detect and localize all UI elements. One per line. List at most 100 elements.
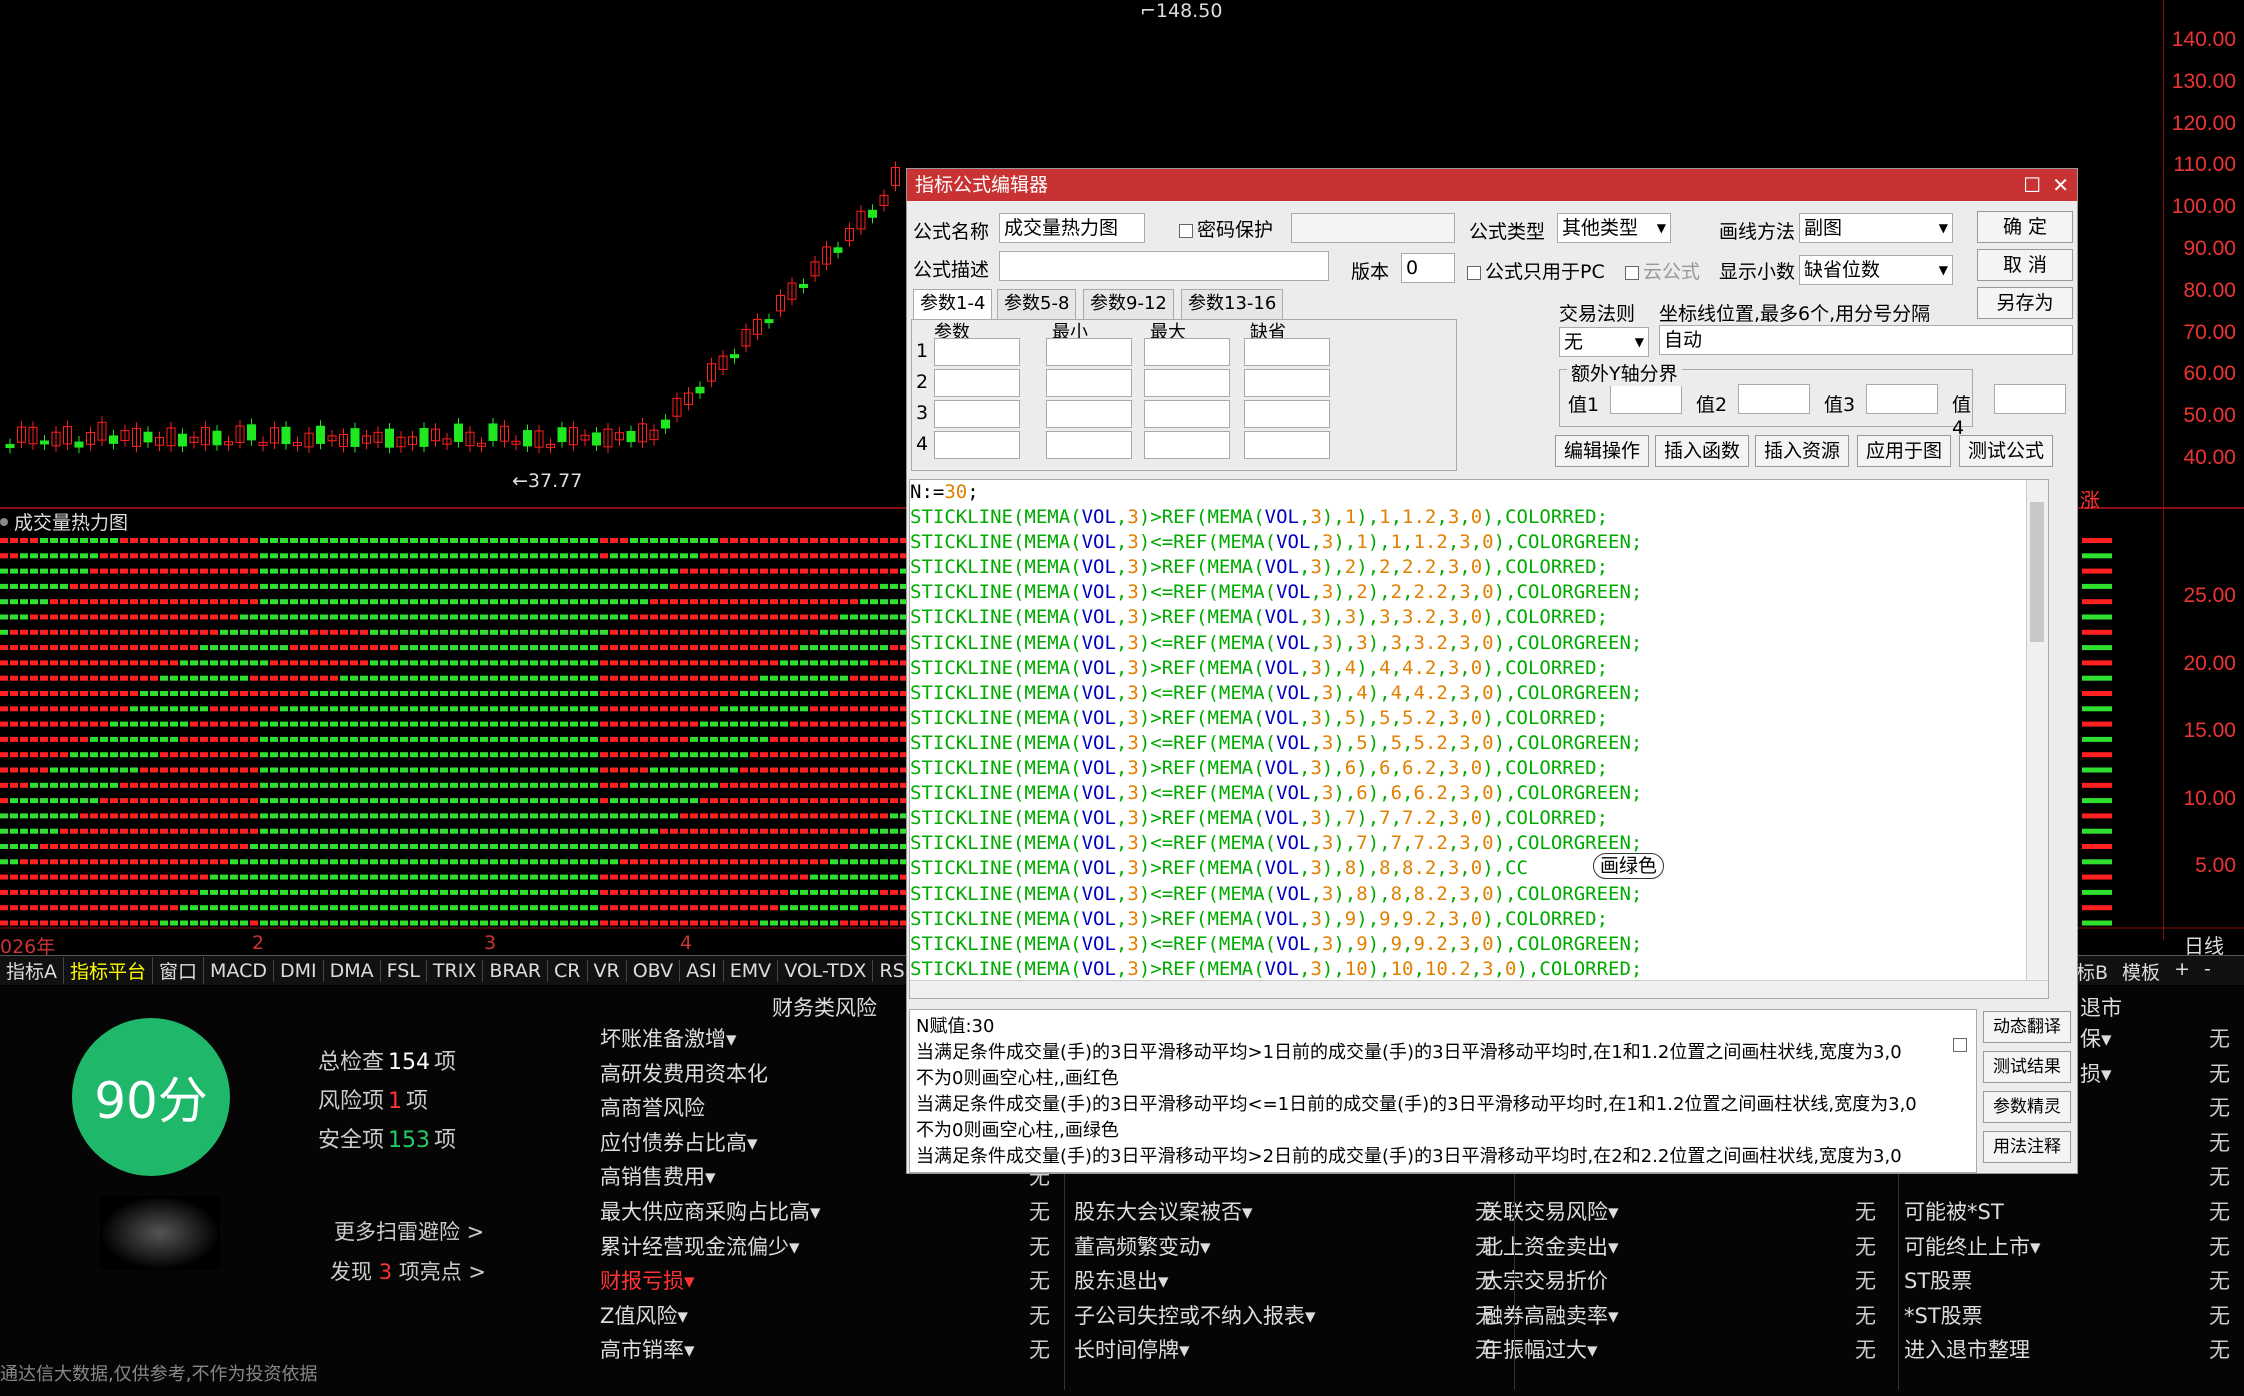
risk-item[interactable]: 无 bbox=[2190, 1057, 2230, 1092]
risk-item[interactable]: 子公司失控或不纳入报表▾ bbox=[1074, 1299, 1316, 1334]
tab-窗口[interactable]: 窗口 bbox=[153, 957, 204, 984]
risk-item[interactable]: 高市销率▾ bbox=[600, 1333, 821, 1368]
param-cell[interactable] bbox=[1046, 369, 1132, 397]
risk-item[interactable]: 无 bbox=[1010, 1333, 1050, 1368]
password-checkbox[interactable]: 密码保护 bbox=[1179, 215, 1273, 242]
tab-params-9-12[interactable]: 参数9-12 bbox=[1083, 289, 1174, 319]
yaxis-value-input[interactable] bbox=[1610, 384, 1682, 414]
formula-desc-input[interactable] bbox=[999, 251, 1329, 281]
tab-fsl[interactable]: FSL bbox=[381, 960, 427, 982]
tab-指标平台[interactable]: 指标平台 bbox=[64, 957, 153, 984]
risk-item[interactable]: 无 bbox=[1010, 1195, 1050, 1230]
risk-item[interactable]: 高研发费用资本化 bbox=[600, 1057, 821, 1092]
risk-item[interactable]: 无 bbox=[2190, 1299, 2230, 1334]
risk-item[interactable]: 无 bbox=[2190, 1230, 2230, 1265]
risk-item[interactable]: 大宗交易折价 bbox=[1482, 1264, 1619, 1299]
action-button[interactable]: 插入函数 bbox=[1655, 435, 1749, 467]
param-cell[interactable] bbox=[934, 400, 1020, 428]
tab-cr[interactable]: CR bbox=[548, 960, 587, 982]
risk-item[interactable]: 长时间停牌▾ bbox=[1074, 1333, 1316, 1368]
risk-item[interactable]: 无 bbox=[1836, 1264, 1876, 1299]
risk-item[interactable]: 高销售费用▾ bbox=[600, 1160, 821, 1195]
action-button[interactable]: 应用于图 bbox=[1857, 435, 1951, 467]
yaxis-value-input[interactable] bbox=[1866, 384, 1938, 414]
param-cell[interactable] bbox=[934, 338, 1020, 366]
param-cell[interactable] bbox=[1144, 431, 1230, 459]
side-button[interactable]: 测试结果 bbox=[1983, 1051, 2071, 1083]
formula-name-input[interactable]: 成交量热力图 bbox=[999, 213, 1145, 243]
risk-item[interactable]: 无 bbox=[2190, 1333, 2230, 1368]
risk-item[interactable]: 年振幅过大▾ bbox=[1482, 1333, 1619, 1368]
tab-params-13-16[interactable]: 参数13-16 bbox=[1181, 289, 1283, 319]
side-button[interactable]: 用法注释 bbox=[1983, 1131, 2071, 1163]
side-button[interactable]: 动态翻译 bbox=[1983, 1011, 2071, 1043]
param-cell[interactable] bbox=[1244, 369, 1330, 397]
tab-macd[interactable]: MACD bbox=[204, 960, 274, 982]
risk-item[interactable]: 可能被*ST bbox=[1904, 1195, 2041, 1230]
risk-item[interactable]: 进入退市整理 bbox=[1904, 1333, 2041, 1368]
dialog-titlebar[interactable]: 指标公式编辑器 ☐ ✕ bbox=[907, 169, 2077, 201]
vertical-scrollbar[interactable] bbox=[2026, 480, 2048, 998]
cloud-checkbox[interactable]: 云公式 bbox=[1625, 257, 1700, 284]
risk-item[interactable]: 财报亏损▾ bbox=[600, 1264, 821, 1299]
maximize-icon[interactable]: ☐ bbox=[2023, 169, 2041, 201]
param-cell[interactable] bbox=[934, 369, 1020, 397]
horizontal-scrollbar[interactable] bbox=[910, 980, 2048, 998]
risk-item[interactable]: 损▾ bbox=[2080, 1057, 2112, 1092]
tab-指标a[interactable]: 指标A bbox=[0, 957, 64, 984]
tab-obv[interactable]: OBV bbox=[627, 960, 680, 982]
param-cell[interactable] bbox=[1144, 400, 1230, 428]
risk-item[interactable]: 北上资金卖出▾ bbox=[1482, 1230, 1619, 1265]
risk-item[interactable]: 无 bbox=[1836, 1195, 1876, 1230]
risk-item[interactable]: 无 bbox=[1010, 1299, 1050, 1334]
risk-item[interactable]: Z值风险▾ bbox=[600, 1299, 821, 1334]
tab-emv[interactable]: EMV bbox=[724, 960, 778, 982]
version-input[interactable]: 0 bbox=[1401, 253, 1455, 283]
risk-item[interactable]: 无 bbox=[2190, 1091, 2230, 1126]
tabbar-right-item[interactable]: + bbox=[2174, 958, 2190, 985]
cancel-button[interactable]: 取 消 bbox=[1977, 249, 2073, 281]
risk-item[interactable]: 无 bbox=[1836, 1230, 1876, 1265]
risk-item[interactable]: 融券高融卖率▾ bbox=[1482, 1299, 1619, 1334]
tab-vol-tdx[interactable]: VOL-TDX bbox=[778, 960, 873, 982]
risk-item[interactable]: 高商誉风险 bbox=[600, 1091, 821, 1126]
tab-brar[interactable]: BRAR bbox=[483, 960, 548, 982]
tab-params-1-4[interactable]: 参数1-4 bbox=[913, 289, 992, 319]
more-scan-link[interactable]: 更多扫雷避险 > bbox=[334, 1216, 484, 1246]
pc-only-checkbox[interactable]: 公式只用于PC bbox=[1467, 257, 1605, 284]
param-cell[interactable] bbox=[1046, 338, 1132, 366]
desc-checkbox[interactable] bbox=[1953, 1033, 1971, 1055]
tabbar-right-item[interactable]: 标B bbox=[2076, 958, 2108, 985]
param-cell[interactable] bbox=[1046, 400, 1132, 428]
param-cell[interactable] bbox=[1144, 338, 1230, 366]
volume-indicator-title[interactable]: 成交量热力图 bbox=[0, 508, 128, 535]
risk-item[interactable]: 应付债券占比高▾ bbox=[600, 1126, 821, 1161]
risk-item[interactable]: 无 bbox=[1836, 1299, 1876, 1334]
risk-item[interactable]: 累计经营现金流偏少▾ bbox=[600, 1230, 821, 1265]
risk-item[interactable]: 无 bbox=[1010, 1230, 1050, 1265]
ok-button[interactable]: 确 定 bbox=[1977, 211, 2073, 243]
param-cell[interactable] bbox=[1244, 431, 1330, 459]
yaxis-value-input[interactable] bbox=[1994, 384, 2066, 414]
formula-type-select[interactable]: 其他类型 ▼ bbox=[1557, 213, 1671, 243]
risk-item[interactable]: 最大供应商采购占比高▾ bbox=[600, 1195, 821, 1230]
action-button[interactable]: 插入资源 bbox=[1755, 435, 1849, 467]
action-button[interactable]: 编辑操作 bbox=[1555, 435, 1649, 467]
save-as-button[interactable]: 另存为 bbox=[1977, 287, 2073, 319]
decimal-select[interactable]: 缺省位数 ▼ bbox=[1799, 255, 1953, 285]
risk-item[interactable]: 无 bbox=[2190, 1126, 2230, 1161]
tab-vr[interactable]: VR bbox=[588, 960, 627, 982]
risk-item[interactable]: 保▾ bbox=[2080, 1022, 2112, 1057]
tab-dmi[interactable]: DMI bbox=[274, 960, 324, 982]
risk-item[interactable]: 无 bbox=[1836, 1333, 1876, 1368]
param-cell[interactable] bbox=[1144, 369, 1230, 397]
axis-input[interactable]: 自动 bbox=[1659, 325, 2073, 355]
tab-trix[interactable]: TRIX bbox=[427, 960, 483, 982]
risk-item[interactable]: 坏账准备激增▾ bbox=[600, 1022, 821, 1057]
risk-item[interactable]: 股东大会议案被否▾ bbox=[1074, 1195, 1316, 1230]
risk-item[interactable]: 董高频繁变动▾ bbox=[1074, 1230, 1316, 1265]
action-button[interactable]: 测试公式 bbox=[1959, 435, 2053, 467]
risk-item[interactable]: 无 bbox=[2190, 1160, 2230, 1195]
param-cell[interactable] bbox=[1046, 431, 1132, 459]
side-button[interactable]: 参数精灵 bbox=[1983, 1091, 2071, 1123]
